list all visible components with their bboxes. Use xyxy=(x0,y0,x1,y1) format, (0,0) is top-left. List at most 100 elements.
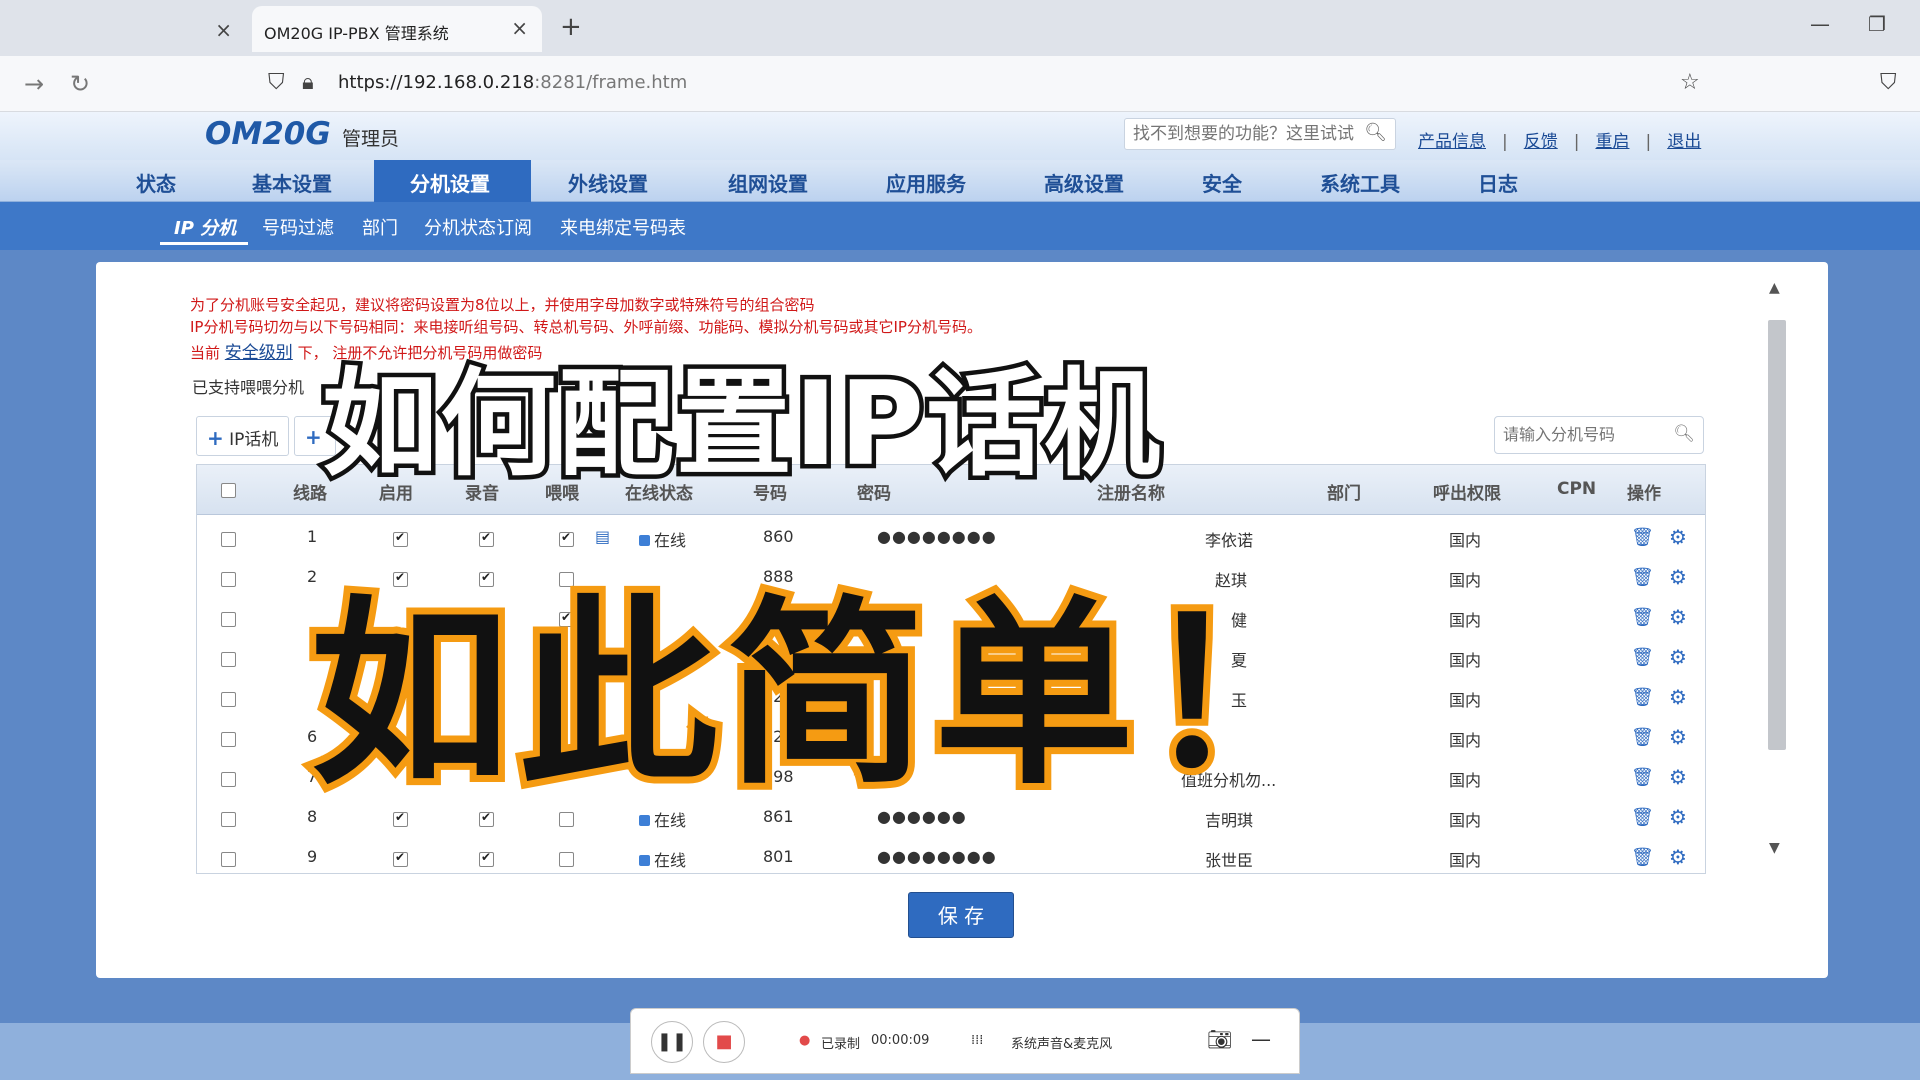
scroll-up-icon[interactable]: ▲ xyxy=(1769,280,1780,296)
row-select-checkbox[interactable] xyxy=(221,612,236,627)
row-select-checkbox[interactable] xyxy=(221,692,236,707)
nav-basic-settings[interactable]: 基本设置 xyxy=(252,168,332,197)
row-select-checkbox[interactable] xyxy=(221,532,236,547)
tab-close-icon[interactable]: × xyxy=(215,18,232,42)
extension-search[interactable]: 🔍︎ xyxy=(1494,416,1704,454)
nav-extension-settings[interactable]: 分机设置 xyxy=(374,160,531,202)
delete-icon[interactable]: 🗑︎ xyxy=(1631,807,1654,828)
gear-icon[interactable]: ⚙︎ xyxy=(1669,685,1687,709)
audio-source[interactable]: 系统声音&麦克风 xyxy=(1011,1033,1112,1052)
nav-system-tools[interactable]: 系统工具 xyxy=(1320,168,1400,197)
delete-icon[interactable]: 🗑︎ xyxy=(1631,687,1654,708)
nav-advanced-settings[interactable]: 高级设置 xyxy=(1044,168,1124,197)
browser-tab-active[interactable]: OM20G IP-PBX 管理系统 × xyxy=(252,6,542,52)
gear-icon[interactable]: ⚙︎ xyxy=(1669,805,1687,829)
link-logout[interactable]: 退出 xyxy=(1667,132,1701,152)
overlay-subtitle: 如此简单！ xyxy=(303,572,1351,819)
add-ip-phone-button[interactable]: + IP话机 xyxy=(196,416,290,456)
gear-icon[interactable]: ⚙︎ xyxy=(1669,725,1687,749)
bookmark-star-icon[interactable]: ☆ xyxy=(1680,70,1700,95)
subnav-extension-status-subscription[interactable]: 分机状态订阅 xyxy=(424,214,532,240)
nav-app-services[interactable]: 应用服务 xyxy=(886,168,966,197)
supported-note: 已支持喂喂分机 xyxy=(192,378,305,397)
search-icon[interactable]: 🔍︎ xyxy=(1364,122,1387,143)
plus-icon: + xyxy=(207,426,224,450)
delete-icon[interactable]: 🗑︎ xyxy=(1631,727,1654,748)
row-select-checkbox[interactable] xyxy=(221,812,236,827)
browser-tab-strip: × OM20G IP-PBX 管理系统 × + — ❐ xyxy=(0,0,1920,56)
scroll-down-icon[interactable]: ▼ xyxy=(1769,840,1780,856)
subnav-department[interactable]: 部门 xyxy=(362,214,398,240)
nav-security[interactable]: 安全 xyxy=(1202,168,1242,197)
shield-icon[interactable]: ⛉ xyxy=(268,70,285,95)
panel-scrollbar[interactable]: ▲ ▼ xyxy=(1766,280,1788,862)
security-level-link[interactable]: 安全级别 xyxy=(225,343,293,363)
row-select-checkbox[interactable] xyxy=(221,732,236,747)
tab-close-icon[interactable]: × xyxy=(511,16,528,40)
search-icon[interactable]: 🔍︎ xyxy=(1673,424,1695,444)
feature-search[interactable]: 🔍︎ xyxy=(1124,118,1396,150)
link-feedback[interactable]: 反馈 xyxy=(1524,132,1558,152)
delete-icon[interactable]: 🗑︎ xyxy=(1631,847,1654,868)
restore-icon[interactable]: ❐ xyxy=(1868,12,1886,36)
col-call-permission: 呼出权限 xyxy=(1433,484,1501,504)
nav-trunk-settings[interactable]: 外线设置 xyxy=(568,168,648,197)
table-row[interactable]: 9 在线 801 ●●●●●●●● 张世臣 国内 🗑︎ ⚙︎ xyxy=(197,839,1705,873)
stop-icon[interactable]: ■ xyxy=(703,1021,745,1063)
main-nav: 状态 基本设置 分机设置 外线设置 组网设置 应用服务 高级设置 安全 系统工具… xyxy=(0,160,1920,202)
row-select-checkbox[interactable] xyxy=(221,572,236,587)
extension-search-input[interactable] xyxy=(1503,417,1673,451)
overlay-title: 如何配置IP话机 xyxy=(317,353,1164,497)
camera-icon[interactable]: 📷︎ xyxy=(1207,1027,1232,1051)
weiwei-checkbox[interactable] xyxy=(559,852,574,867)
row-select-checkbox[interactable] xyxy=(221,772,236,787)
save-button[interactable]: 保 存 xyxy=(908,892,1014,938)
feature-search-input[interactable] xyxy=(1133,119,1363,149)
gear-icon[interactable]: ⚙︎ xyxy=(1669,645,1687,669)
gear-icon[interactable]: ⚙︎ xyxy=(1669,845,1687,869)
sub-nav: IP 分机 号码过滤 部门 分机状态订阅 来电绑定号码表 xyxy=(0,202,1920,250)
forward-icon[interactable]: → xyxy=(24,70,44,98)
browser-tab-previous[interactable]: × xyxy=(0,6,248,50)
col-department: 部门 xyxy=(1327,484,1361,504)
minimize-recorder-icon[interactable]: — xyxy=(1251,1027,1271,1051)
user-role: 管理员 xyxy=(342,128,400,150)
online-status: 在线 xyxy=(639,847,686,871)
url-host: https://192.168.0.218 xyxy=(338,72,535,93)
record-dot-icon: ● xyxy=(799,1033,811,1048)
enabled-checkbox[interactable] xyxy=(393,850,408,867)
reload-icon[interactable]: ↻ xyxy=(70,70,90,98)
url-path: :8281/frame.htm xyxy=(534,72,688,93)
gear-icon[interactable]: ⚙︎ xyxy=(1669,765,1687,789)
subnav-ip-extension[interactable]: IP 分机 xyxy=(174,214,236,240)
pocket-icon[interactable]: ⛉ xyxy=(1880,70,1897,95)
nav-network-settings[interactable]: 组网设置 xyxy=(728,168,808,197)
nav-log[interactable]: 日志 xyxy=(1478,168,1518,197)
minimize-icon[interactable]: — xyxy=(1810,12,1830,36)
lock-icon[interactable]: 🔒︎ xyxy=(302,70,314,95)
subnav-caller-binding-table[interactable]: 来电绑定号码表 xyxy=(560,214,686,240)
col-actions: 操作 xyxy=(1627,484,1661,504)
link-restart[interactable]: 重启 xyxy=(1595,132,1629,152)
app-header: OM20G 管理员 🔍︎ 产品信息|反馈|重启|退出 xyxy=(0,112,1920,160)
select-all-checkbox[interactable] xyxy=(221,483,236,498)
nav-status[interactable]: 状态 xyxy=(136,168,176,197)
link-product-info[interactable]: 产品信息 xyxy=(1418,132,1486,152)
new-tab-icon[interactable]: + xyxy=(560,12,582,42)
delete-icon[interactable]: 🗑︎ xyxy=(1631,567,1654,588)
delete-icon[interactable]: 🗑︎ xyxy=(1631,767,1654,788)
row-select-checkbox[interactable] xyxy=(221,652,236,667)
row-select-checkbox[interactable] xyxy=(221,852,236,867)
delete-icon[interactable]: 🗑︎ xyxy=(1631,647,1654,668)
subnav-number-filter[interactable]: 号码过滤 xyxy=(262,214,334,240)
pause-icon[interactable]: ❚❚ xyxy=(651,1021,693,1063)
record-checkbox[interactable] xyxy=(479,850,494,867)
url-field[interactable]: https://192.168.0.218:8281/frame.htm xyxy=(338,72,687,93)
scrollbar-thumb[interactable] xyxy=(1768,320,1786,750)
gear-icon[interactable]: ⚙︎ xyxy=(1669,565,1687,589)
gear-icon[interactable]: ⚙︎ xyxy=(1669,605,1687,629)
gear-icon[interactable]: ⚙︎ xyxy=(1669,525,1687,549)
delete-icon[interactable]: 🗑︎ xyxy=(1631,607,1654,628)
recording-time: 00:00:09 xyxy=(871,1033,930,1048)
delete-icon[interactable]: 🗑︎ xyxy=(1631,527,1654,548)
